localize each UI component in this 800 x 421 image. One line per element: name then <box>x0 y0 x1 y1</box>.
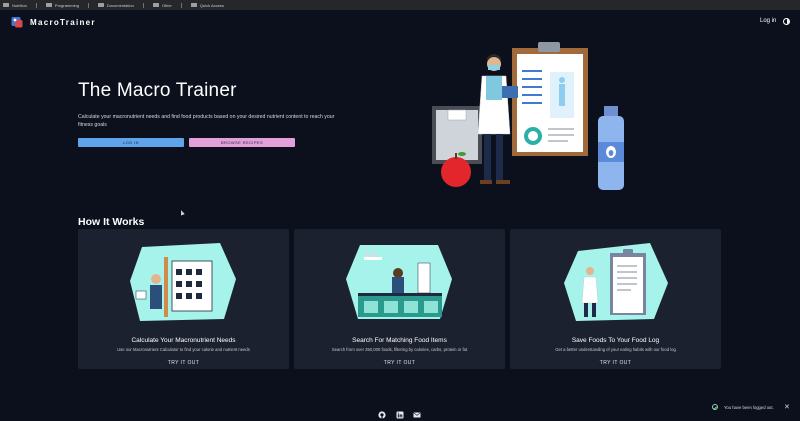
feature-card-food-log: Save Foods To Your Food Log Get a better… <box>510 229 721 369</box>
theme-toggle-icon[interactable] <box>783 18 790 25</box>
logout-toast: You have been logged out. ✕ <box>712 402 792 412</box>
food-log-illustration <box>564 243 668 321</box>
folder-icon <box>3 3 9 7</box>
kitchen-illustration <box>346 245 452 319</box>
mouse-cursor-icon <box>179 209 185 216</box>
card-description: Search from over 350,000 foods, filterin… <box>331 347 468 352</box>
linkedin-icon[interactable] <box>396 411 404 419</box>
success-check-icon <box>712 404 718 410</box>
bookmarks-bar: Nutrition Programming Documentation Othe… <box>0 0 800 10</box>
bookmark-separator <box>35 2 37 8</box>
card-description: Get a better understanding of your eatin… <box>555 347 676 352</box>
card-description: Use our Macronutrient Calculator to find… <box>117 347 250 352</box>
folder-icon <box>97 3 104 7</box>
login-button[interactable]: LOG IN <box>78 138 184 147</box>
feature-card-calculate: Calculate Your Macronutrient Needs Use o… <box>78 229 289 369</box>
bookmark-separator <box>180 2 182 8</box>
bookmark-programming[interactable]: Programming <box>45 2 79 8</box>
how-it-works-title: How It Works <box>78 216 145 228</box>
try-it-out-button[interactable]: TRY IT OUT <box>294 360 505 366</box>
card-title: Calculate Your Macronutrient Needs <box>131 337 236 344</box>
bookmark-nutrition[interactable]: Nutrition <box>3 3 27 8</box>
folder-icon <box>152 3 159 7</box>
bookmark-label: Nutrition <box>12 2 27 8</box>
header-login-link[interactable]: Log in <box>760 18 776 24</box>
mail-icon[interactable] <box>413 411 421 419</box>
feature-card-search: Search For Matching Food Items Search fr… <box>294 229 505 369</box>
try-it-out-button[interactable]: TRY IT OUT <box>78 360 289 366</box>
close-icon[interactable]: ✕ <box>784 403 790 411</box>
bookmark-other[interactable]: Other <box>152 2 172 8</box>
folder-icon <box>45 3 52 7</box>
doctor-clipboard-illustration <box>432 42 624 190</box>
bookmark-label: Programming <box>54 2 79 8</box>
bookmark-documentation[interactable]: Documentation <box>97 2 134 8</box>
hero-description: Calculate your macronutrient needs and f… <box>78 114 335 128</box>
brand-name[interactable]: MacroTrainer <box>30 18 96 27</box>
bookmark-label: Documentation <box>106 2 134 8</box>
folder-icon <box>190 3 197 7</box>
bookmark-label: Other <box>161 2 172 8</box>
app-header: MacroTrainer Log in <box>0 10 800 34</box>
toast-message: You have been logged out. <box>724 404 774 410</box>
app-logo-icon[interactable] <box>11 16 23 28</box>
bookmark-quick-access[interactable]: Quick Access <box>190 2 224 8</box>
try-it-out-button[interactable]: TRY IT OUT <box>510 360 721 366</box>
bookmark-separator <box>142 2 144 8</box>
bookmark-label: Quick Access <box>199 2 224 8</box>
card-title: Search For Matching Food Items <box>352 337 447 344</box>
bookmark-separator <box>87 2 89 8</box>
browse-recipes-button[interactable]: BROWSE RECIPES <box>189 138 295 147</box>
github-icon[interactable] <box>378 411 386 419</box>
hero-title: The Macro Trainer <box>78 80 237 101</box>
calculator-illustration <box>130 243 236 321</box>
card-title: Save Foods To Your Food Log <box>571 337 660 344</box>
